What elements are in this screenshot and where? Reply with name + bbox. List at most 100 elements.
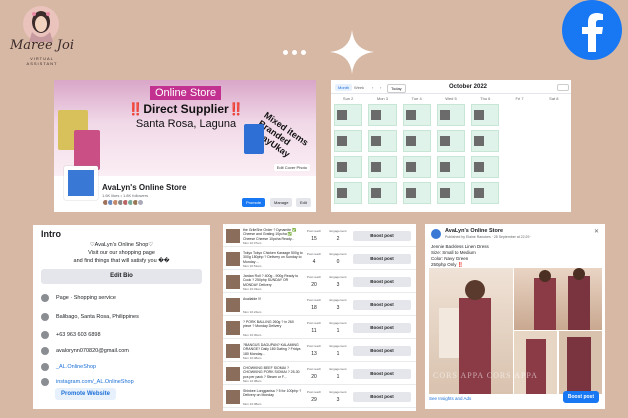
manage-button[interactable]: Manage	[270, 198, 293, 207]
intro-email: avalorynn070820@gmail.com	[41, 347, 129, 355]
calendar-header: Month Week ‹ › Today October 2022	[331, 80, 571, 94]
boost-post-button[interactable]: Boost post	[353, 231, 411, 241]
calendar-scheduled-post[interactable]	[436, 104, 466, 126]
intro-panel: Intro ♡AvaLyn's Online Shop♡ Visit our o…	[33, 225, 210, 409]
calendar-scheduled-post[interactable]	[334, 104, 363, 126]
post-thumbnail	[226, 275, 240, 289]
calendar-scheduled-post[interactable]	[368, 130, 397, 152]
post-date: Mon 10:48am	[243, 356, 262, 360]
calendar-scheduled-post[interactable]	[402, 104, 431, 126]
calendar-scheduled-post[interactable]	[436, 182, 466, 204]
post-thumbnail	[226, 321, 240, 335]
post-row[interactable]: CHOWKING BEEF SIOMAI ? CHOWKING PORK SIO…	[223, 364, 416, 385]
engagement-value: 3	[336, 282, 340, 288]
intro-phone: +63 963 603 6898	[41, 331, 101, 339]
engagement-label: Engagement	[329, 229, 347, 233]
shopping-bag-icon	[244, 124, 264, 154]
calendar-scheduled-post[interactable]	[402, 182, 431, 204]
calendar-scheduled-post[interactable]	[436, 130, 466, 152]
engagement-label: Engagement	[329, 298, 347, 302]
post-row[interactable]: Tokyo Tokyo Chicken Karaage 500g to 300g…	[223, 249, 416, 270]
boost-post-button[interactable]: Boost post	[353, 277, 411, 287]
calendar-scheduled-post[interactable]	[471, 182, 500, 204]
engagement-value: 2	[336, 236, 340, 242]
post-date: Mon 10:24am	[243, 310, 262, 314]
post-thumbnail	[226, 367, 240, 381]
post-thumbnail	[439, 110, 450, 120]
post-date: Mon 10:43am	[243, 287, 262, 291]
post-image-4[interactable]	[559, 331, 602, 394]
boost-post-button[interactable]: Boost post	[353, 346, 411, 356]
calendar-scheduled-post[interactable]	[471, 104, 500, 126]
intro-location: Balibago, Santa Rosa, Philippines	[41, 313, 139, 321]
post-thumbnail	[337, 110, 347, 120]
calendar-scheduled-post[interactable]	[402, 156, 431, 178]
post-text: Jardan Roll ? 400g - 900g Ready to Cook …	[243, 274, 299, 287]
boost-post-button[interactable]: Boost post	[353, 300, 411, 310]
post-image-3[interactable]	[514, 331, 557, 394]
post-text: Shinkee Longganisa ? 5 for 100php ? Deli…	[243, 389, 302, 398]
page-name[interactable]: AvaLyn's Online Store	[102, 183, 186, 192]
engagement-label: Engagement	[329, 390, 347, 394]
next-icon[interactable]: ›	[377, 84, 384, 91]
engagement-label: Engagement	[329, 275, 347, 279]
calendar-scheduled-post[interactable]	[334, 182, 363, 204]
phone-icon	[41, 331, 49, 339]
see-insights-link[interactable]: See Insights and Ads	[429, 396, 471, 401]
boost-post-button[interactable]: Boost post	[353, 369, 411, 379]
intro-messenger[interactable]: _AL.OnlineShop	[41, 363, 96, 371]
calendar-scheduled-post[interactable]	[368, 182, 397, 204]
calendar-scheduled-post[interactable]	[402, 130, 431, 152]
post-thumbnail	[337, 162, 347, 172]
page-avatar[interactable]	[64, 166, 98, 200]
day-header: Sat 8	[549, 96, 559, 101]
post-row[interactable]: Shinkee Longganisa ? 5 for 100php ? Deli…	[223, 387, 416, 408]
boost-post-button[interactable]: Boost post	[353, 254, 411, 264]
location-pin-icon	[41, 313, 49, 321]
post-thumbnail	[371, 188, 382, 198]
boost-post-button[interactable]: Boost post	[353, 323, 411, 333]
boost-post-button[interactable]: Boost post	[562, 391, 599, 403]
calendar-scheduled-post[interactable]	[436, 156, 466, 178]
calendar-scheduled-post[interactable]	[334, 130, 363, 152]
today-button[interactable]: Today	[387, 84, 406, 93]
sparkle-star-icon	[330, 30, 374, 74]
prev-icon[interactable]: ‹	[369, 84, 376, 91]
brand-subtitle: VIRTUAL ASSISTANT	[26, 56, 58, 66]
intro-category: Page · Shopping service	[41, 294, 116, 302]
post-image-2[interactable]	[514, 268, 602, 330]
close-icon[interactable]: ✕	[594, 228, 599, 235]
post-thumbnail	[371, 110, 382, 120]
calendar-options-button[interactable]	[557, 84, 569, 91]
intro-instagram[interactable]: instagram.com/_AL.OnlineShop	[41, 378, 134, 386]
boost-post-button[interactable]: Boost post	[353, 392, 411, 402]
edit-cover-photo-button[interactable]: Edit Cover Photo	[273, 164, 310, 171]
bio-line: and find things that will satisfy you ��	[73, 258, 170, 264]
edit-page-button[interactable]: Edit	[296, 198, 311, 207]
post-row[interactable]: Jardan Roll ? 400g - 900g Ready to Cook …	[223, 272, 416, 293]
reach-value: 11	[311, 328, 317, 334]
promote-website-button[interactable]: Promote Website	[55, 388, 116, 400]
tab-month[interactable]: Month	[335, 84, 353, 91]
post-row[interactable]: ? PORK BALLING 260g ? in 260 piece ? Mon…	[223, 318, 416, 339]
tab-week[interactable]: Week	[351, 84, 367, 91]
content-calendar-panel: Month Week ‹ › Today October 2022 Sun 2 …	[331, 80, 571, 212]
calendar-scheduled-post[interactable]	[471, 130, 500, 152]
post-row[interactable]: the GrileShe Order ? Dynamite ✅ Cheese a…	[223, 226, 416, 247]
calendar-scheduled-post[interactable]	[471, 156, 500, 178]
post-text: CHOWKING BEEF SIOMAI ? CHOWKING PORK SIO…	[243, 366, 300, 379]
post-text: the GrileShe Order ? Dynamite ✅ Cheese a…	[243, 228, 297, 241]
promote-button[interactable]: Promote	[242, 198, 266, 207]
post-row[interactable]: Available !!! Mon 10:24am Post reach Engage…	[223, 295, 416, 316]
post-row[interactable]: ?BANGUS DAGUPAN? KALAMING ORANGE? Daily …	[223, 341, 416, 362]
calendar-scheduled-post[interactable]	[334, 156, 363, 178]
post-page-name[interactable]: AvaLyn's Online Store	[445, 228, 503, 234]
calendar-day-headers: Sun 2 Mon 3 Tue 4 Wed 5 Thu 6 Fri 7 Sat …	[331, 96, 571, 101]
intro-bio: ♡AvaLyn's Online Shop♡ Visit our our sho…	[41, 241, 202, 265]
edit-bio-button[interactable]: Edit Bio	[41, 269, 202, 284]
reach-label: Post reach	[306, 367, 322, 371]
calendar-scheduled-post[interactable]	[368, 104, 397, 126]
online-store-badge: Online Store	[150, 86, 222, 100]
post-thumbnail	[474, 162, 485, 172]
calendar-scheduled-post[interactable]	[368, 156, 397, 178]
